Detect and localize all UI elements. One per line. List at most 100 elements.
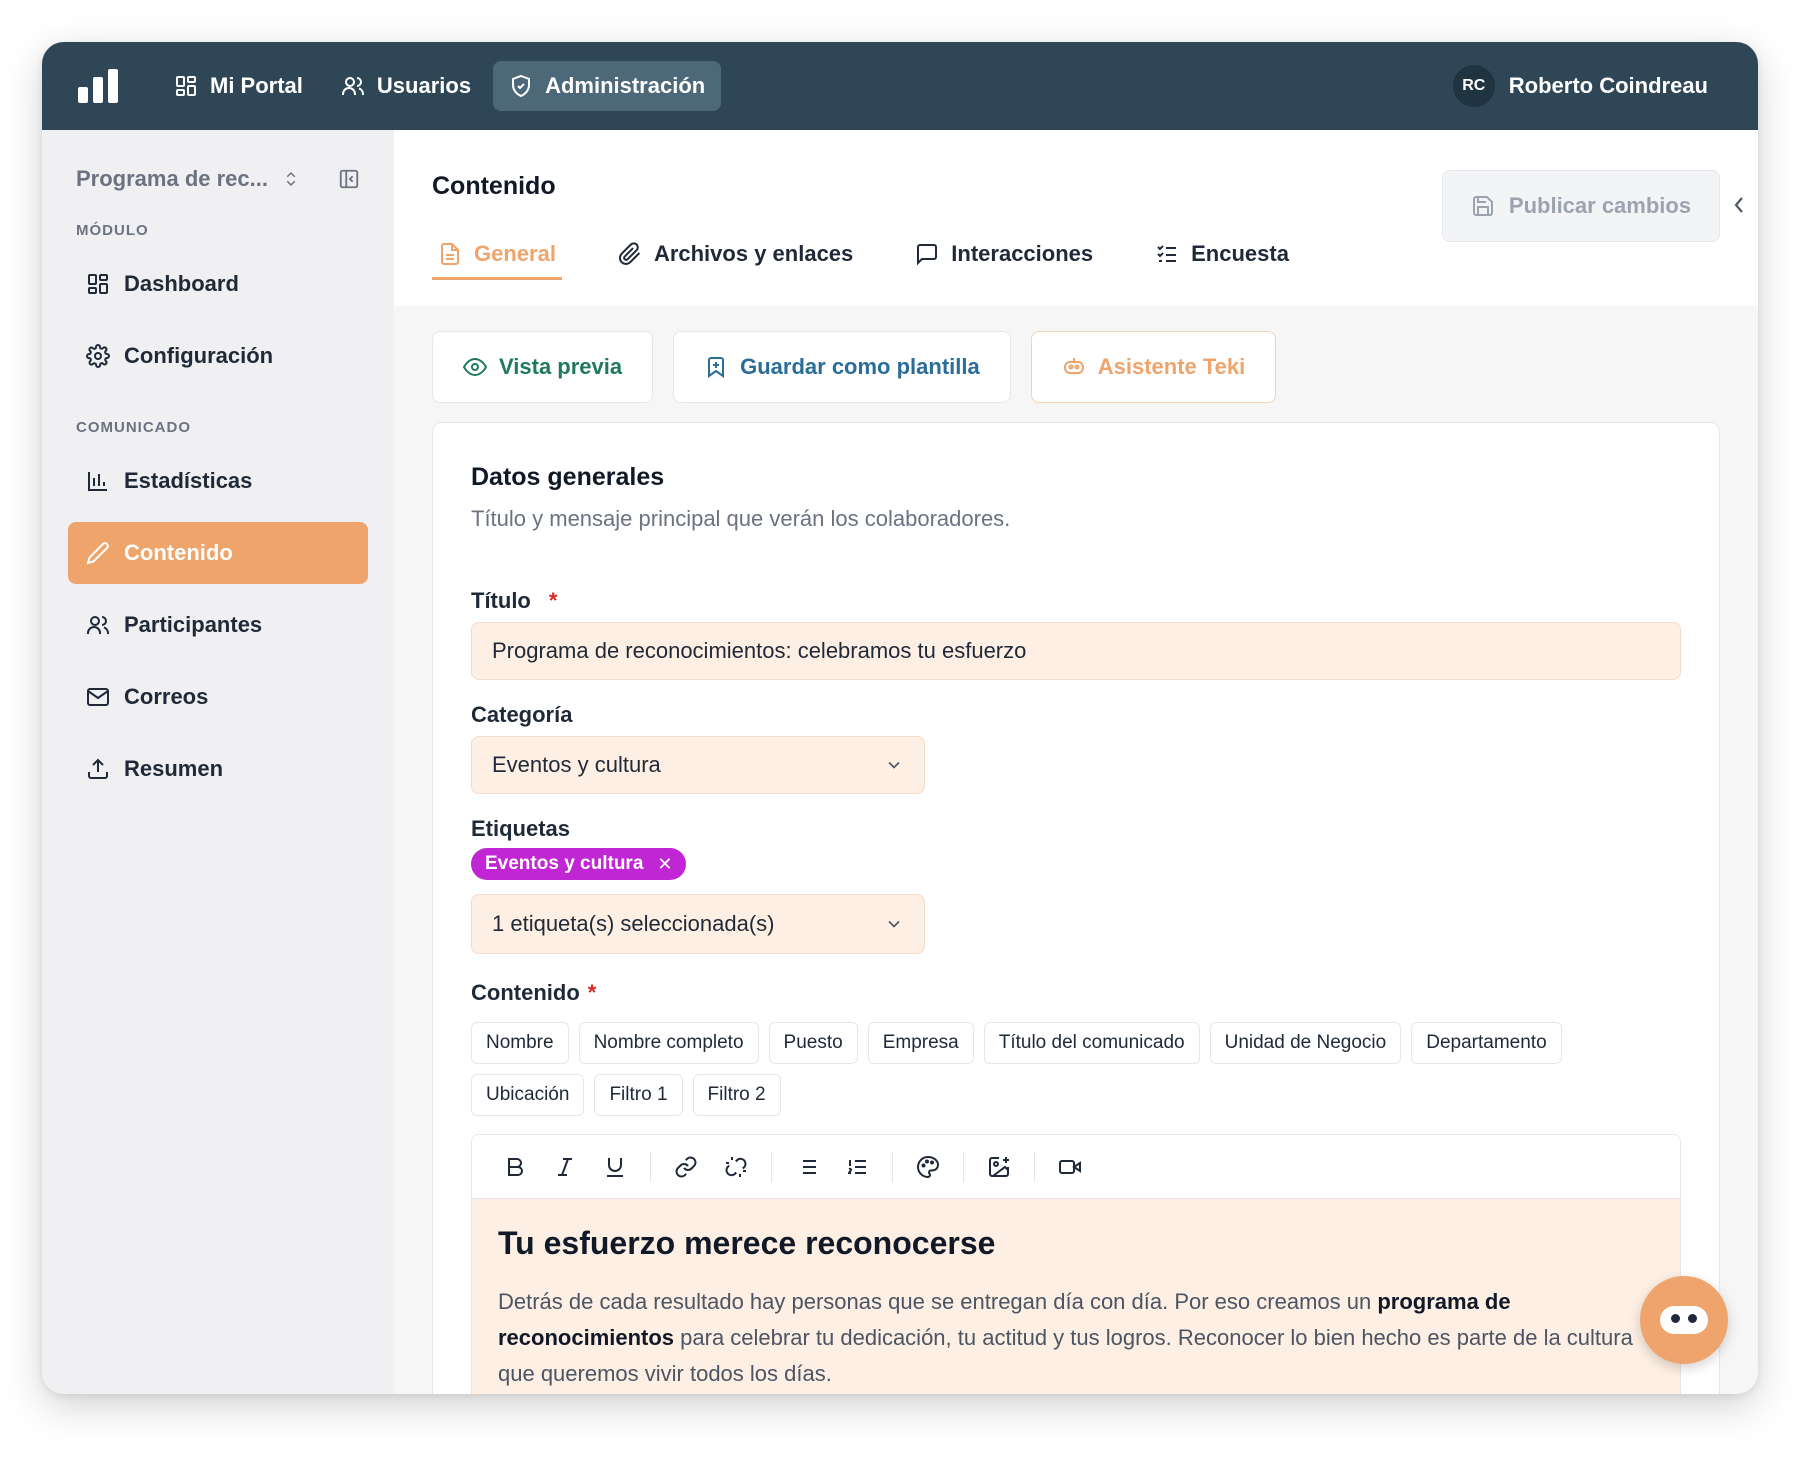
italic-button[interactable] — [540, 1145, 590, 1189]
editor-toolbar — [472, 1135, 1680, 1199]
content-area: Vista previa Guardar como plantilla Asis… — [394, 306, 1758, 1394]
grid-icon — [88, 274, 108, 294]
variable-chip[interactable]: Puesto — [768, 1022, 858, 1064]
right-panel-toggle[interactable] — [1730, 194, 1748, 221]
sidebar-item-label: Configuración — [124, 343, 274, 368]
insert-video-button[interactable] — [1045, 1145, 1095, 1189]
paperclip-icon — [618, 241, 641, 265]
color-button[interactable] — [903, 1145, 953, 1189]
sidebar-item-label: Participantes — [124, 612, 263, 637]
variable-chips: Nombre Nombre completo Puesto Empresa Tí… — [471, 1022, 1681, 1116]
editor-paragraph: Detrás de cada resultado hay personas qu… — [498, 1289, 1633, 1386]
sidebar-item-label: Contenido — [124, 540, 233, 565]
save-template-label: Guardar como plantilla — [740, 354, 980, 379]
preview-button[interactable]: Vista previa — [432, 331, 654, 403]
assistant-label: Asistente Teki — [1097, 354, 1246, 379]
tag-chip-label: Eventos y cultura — [485, 853, 644, 874]
tab-archivos[interactable]: Archivos y enlaces — [612, 230, 859, 280]
category-select[interactable]: Eventos y cultura — [471, 736, 925, 794]
sidebar-item-configuracion[interactable]: Configuración — [68, 325, 368, 387]
unlink-button[interactable] — [711, 1145, 761, 1189]
robot-icon — [1063, 358, 1084, 374]
sidebar-item-correos[interactable]: Correos — [68, 666, 368, 728]
required-mark: * — [548, 588, 558, 613]
bookmark-plus-icon — [708, 357, 725, 378]
sidebar-item-label: Estadísticas — [124, 468, 253, 493]
numbered-list-icon — [847, 1159, 866, 1174]
chevron-left-icon — [1734, 197, 1743, 213]
variable-chip[interactable]: Título del comunicado — [983, 1022, 1200, 1064]
nav-administracion[interactable]: Administración — [493, 61, 722, 111]
editor-heading: Tu esfuerzo merece reconocerse — [498, 1225, 996, 1261]
section-label-module: MÓDULO — [76, 222, 149, 239]
publish-label: Publicar cambios — [1508, 193, 1692, 218]
numbered-list-button[interactable] — [832, 1145, 882, 1189]
image-plus-icon — [989, 1156, 1009, 1177]
variable-chip[interactable]: Unidad de Negocio — [1209, 1022, 1402, 1064]
insert-image-button[interactable] — [974, 1145, 1024, 1189]
category-select-value: Eventos y cultura — [492, 752, 661, 777]
user-name: Roberto Coindreau — [1508, 73, 1708, 98]
underline-button[interactable] — [590, 1145, 640, 1189]
bold-button[interactable] — [490, 1145, 540, 1189]
palette-icon — [917, 1155, 940, 1178]
sidebar-item-estadisticas[interactable]: Estadísticas — [68, 450, 368, 512]
user-menu[interactable]: RC Roberto Coindreau — [1452, 65, 1708, 107]
title-input[interactable]: Programa de reconocimientos: celebramos … — [471, 622, 1681, 680]
shield-icon — [512, 74, 531, 98]
sidebar-item-contenido[interactable]: Contenido — [68, 522, 368, 584]
bullet-list-button[interactable] — [782, 1145, 832, 1189]
users-icon — [341, 77, 364, 95]
variable-chip[interactable]: Departamento — [1411, 1022, 1562, 1064]
variable-chip[interactable]: Filtro 1 — [594, 1074, 683, 1116]
nav-mi-portal[interactable]: Mi Portal — [158, 61, 319, 111]
eye-icon — [463, 357, 487, 377]
robot-face-icon — [1660, 1306, 1708, 1334]
variable-chip[interactable]: Nombre completo — [578, 1022, 759, 1064]
tag-remove-icon[interactable]: ✕ — [657, 854, 672, 875]
program-name: Programa de rec... — [76, 166, 268, 191]
title-input-value: Programa de reconocimientos: celebramos … — [492, 638, 1027, 663]
variable-chip[interactable]: Filtro 2 — [692, 1074, 781, 1116]
chevron-down-icon — [888, 761, 900, 769]
editor-content[interactable]: Tu esfuerzo merece reconocerse Detrás de… — [472, 1199, 1680, 1394]
tab-general[interactable]: General — [432, 230, 562, 280]
tab-encuesta[interactable]: Encuesta — [1149, 230, 1295, 280]
publish-button[interactable]: Publicar cambios — [1442, 170, 1720, 242]
document-icon — [441, 242, 459, 265]
sidebar-item-resumen[interactable]: Resumen — [68, 738, 368, 800]
tag-chip: Eventos y cultura ✕ — [471, 848, 687, 880]
top-navbar: Mi Portal Usuarios Administración RC Rob… — [42, 42, 1758, 130]
main-header: Contenido Publicar cambios General Archi… — [394, 130, 1758, 306]
tab-interacciones[interactable]: Interacciones — [909, 230, 1099, 280]
assistant-button[interactable]: Asistente Teki — [1030, 331, 1277, 403]
gear-icon — [86, 344, 110, 368]
general-data-card: Datos generales Título y mensaje princip… — [432, 422, 1720, 1394]
pencil-icon — [86, 542, 109, 565]
bullet-list-icon — [798, 1159, 816, 1174]
users-icon — [87, 616, 109, 634]
tags-select-value: 1 etiqueta(s) seleccionada(s) — [492, 911, 775, 936]
message-icon — [917, 243, 938, 265]
chevron-down-icon — [888, 920, 900, 928]
sidebar-item-dashboard[interactable]: Dashboard — [68, 253, 368, 315]
variable-chip[interactable]: Ubicación — [471, 1074, 585, 1116]
checklist-icon — [1157, 244, 1177, 262]
category-field-label: Categoría — [471, 702, 573, 727]
title-field-label: Título * — [471, 588, 558, 613]
variable-chip[interactable]: Nombre — [471, 1022, 569, 1064]
save-icon — [1472, 196, 1493, 216]
nav-usuarios[interactable]: Usuarios — [325, 61, 487, 111]
tab-label: General — [474, 240, 556, 266]
teki-assistant-bubble[interactable] — [1640, 1276, 1728, 1364]
app-logo[interactable] — [78, 69, 118, 103]
sidebar-item-participantes[interactable]: Participantes — [68, 594, 368, 656]
tags-select[interactable]: 1 etiqueta(s) seleccionada(s) — [471, 894, 925, 954]
bar-chart-icon — [88, 472, 107, 491]
tags-field-label: Etiquetas — [471, 816, 571, 841]
program-switcher[interactable]: Programa de rec... — [76, 166, 360, 192]
link-button[interactable] — [661, 1145, 711, 1189]
save-template-button[interactable]: Guardar como plantilla — [673, 331, 1011, 403]
variable-chip[interactable]: Empresa — [867, 1022, 974, 1064]
sidebar-collapse-icon[interactable] — [338, 168, 360, 190]
